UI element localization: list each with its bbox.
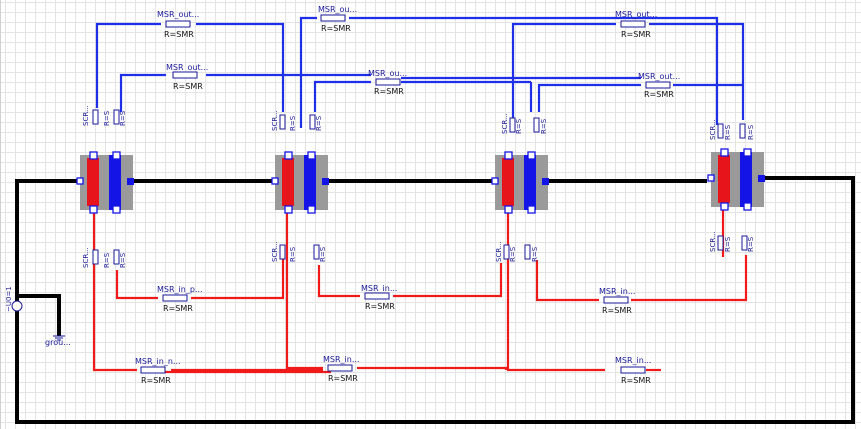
stack-4[interactable] <box>707 148 765 211</box>
label-scr-1a: SCR... <box>82 105 90 126</box>
label-scr-2a: SCR... <box>271 110 279 131</box>
label-msr-out-3: MSR_out... <box>615 10 657 19</box>
label-rs-1c: R=S <box>103 252 111 268</box>
label-msr-in-p: MSR_in_p... <box>157 285 203 294</box>
vertical-resistors <box>92 109 748 265</box>
stack-1[interactable] <box>76 151 134 214</box>
label-r-smr-12: R=SMR <box>621 376 651 385</box>
label-msr-in-n: MSR_in_n... <box>135 357 181 366</box>
label-rs-2d: R=S <box>319 246 327 262</box>
label-rs-1d: R=S <box>119 252 127 268</box>
label-msr-in-5: MSR_in... <box>323 355 359 364</box>
stack-2[interactable] <box>271 151 329 214</box>
label-msr-in-3: MSR_in... <box>599 287 635 296</box>
label-scr-3c: SCR... <box>495 241 503 262</box>
label-r-smr-6: R=SMR <box>644 90 674 99</box>
label-r-smr-5: R=SMR <box>374 87 404 96</box>
label-msr-out-5: MSR_ou... <box>368 69 407 78</box>
diagram-canvas[interactable]: MSR_out... R=SMR MSR_ou... R=SMR MSR_out… <box>0 0 861 429</box>
label-rs-1a: R=S <box>103 110 111 126</box>
label-scr-4c: SCR... <box>709 231 717 252</box>
label-rs-3c: R=S <box>509 246 517 262</box>
label-rs-4d: R=S <box>747 236 755 252</box>
voltage-source[interactable] <box>11 300 23 312</box>
label-rs-3a: R=S <box>515 118 523 134</box>
label-r-smr-2: R=SMR <box>321 24 351 33</box>
label-msr-out-2: MSR_ou... <box>318 5 357 14</box>
label-scr-3a: SCR... <box>501 113 509 134</box>
label-msr-out-1: MSR_out... <box>157 10 199 19</box>
label-r-smr-1: R=SMR <box>164 30 194 39</box>
label-rs-3d: R=S <box>531 246 539 262</box>
label-msr-in-6: MSR_in... <box>615 356 651 365</box>
label-msr-out-4: MSR_out... <box>166 63 208 72</box>
label-rs-4c: R=S <box>724 236 732 252</box>
label-r-smr-10: R=SMR <box>141 376 171 385</box>
label-source: ~U0=1 <box>5 286 13 312</box>
label-rs-4a: R=S <box>724 124 732 140</box>
stack-3[interactable] <box>491 151 549 214</box>
label-scr-4a: SCR... <box>709 119 717 140</box>
label-r-smr-3: R=SMR <box>621 30 651 39</box>
label-scr-2c: SCR... <box>271 241 279 262</box>
label-scr-1c: SCR... <box>82 247 90 268</box>
label-rs-2b: R=S <box>315 115 323 131</box>
label-rs-4b: R=S <box>747 124 755 140</box>
circuit-diagram: MSR_out... R=SMR MSR_ou... R=SMR MSR_out… <box>5 5 855 424</box>
label-r-smr-7: R=SMR <box>163 304 193 313</box>
label-r-smr-11: R=SMR <box>328 374 358 383</box>
label-rs-1b: R=S <box>119 110 127 126</box>
label-r-smr-8: R=SMR <box>365 302 395 311</box>
label-msr-in-2: MSR_in... <box>361 284 397 293</box>
label-r-smr-9: R=SMR <box>602 306 632 315</box>
label-msr-out-6: MSR_out... <box>638 72 680 81</box>
label-rs-3b: R=S <box>540 118 548 134</box>
label-r-smr-4: R=SMR <box>173 82 203 91</box>
label-rs-2c: R=S <box>289 246 297 262</box>
label-ground: grou... <box>45 338 71 347</box>
label-rs-2a: R=S <box>289 115 297 131</box>
